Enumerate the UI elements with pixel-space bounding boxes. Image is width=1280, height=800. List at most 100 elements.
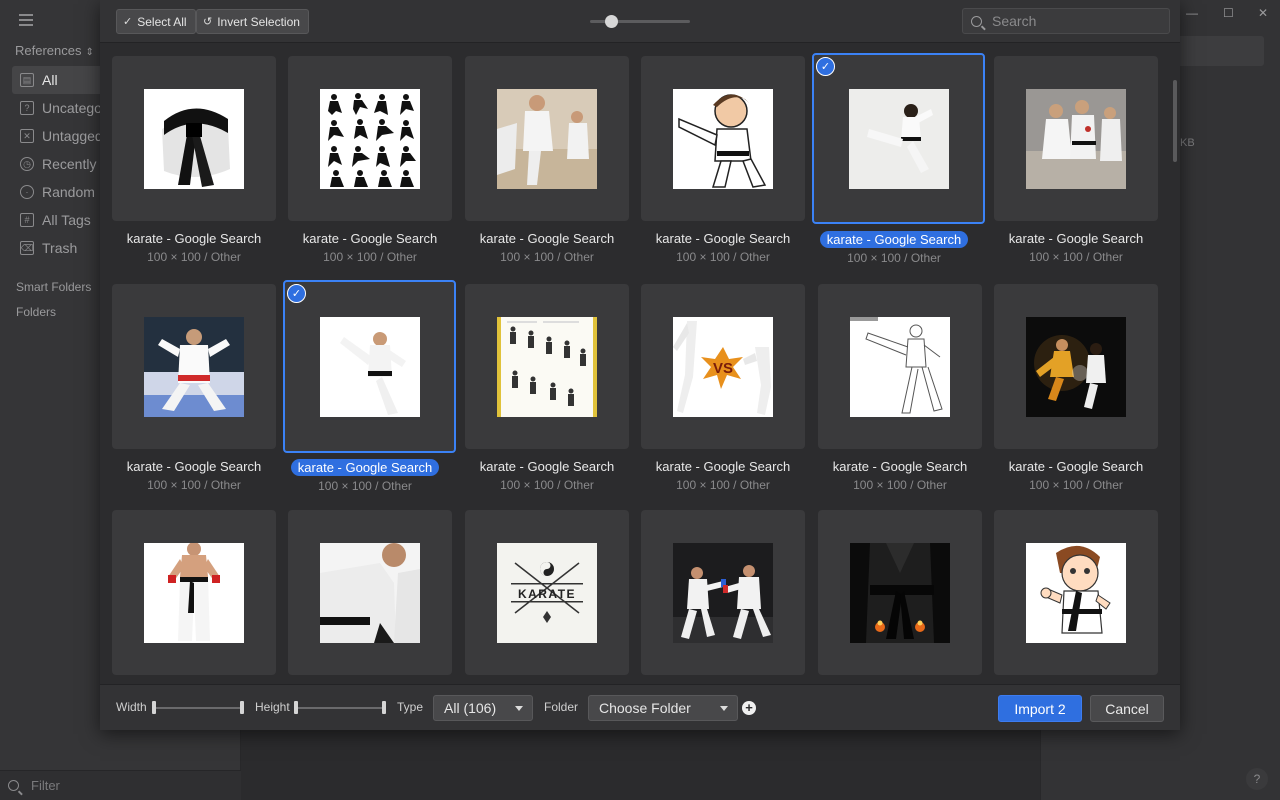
- item-name: karate - Google Search: [819, 231, 969, 248]
- height-range-slider[interactable]: [294, 701, 386, 714]
- thumbnail-size-slider-handle[interactable]: [605, 15, 618, 28]
- height-label: Height: [255, 700, 290, 714]
- grid-item[interactable]: [641, 510, 805, 684]
- trash-icon: ⌫: [20, 241, 34, 255]
- thumbnail[interactable]: [818, 510, 982, 675]
- grid-item[interactable]: karate - Google Search 100 × 100 / Other: [112, 284, 276, 492]
- invert-selection-label: Invert Selection: [217, 14, 300, 29]
- thumbnail[interactable]: [994, 56, 1158, 221]
- grid-item[interactable]: karate - Google Search 100 × 100 / Other: [994, 284, 1158, 492]
- thumbnail[interactable]: [288, 56, 452, 221]
- grid-item[interactable]: karate - Google Search 100 × 100 / Other: [465, 284, 629, 492]
- folders-heading[interactable]: Folders: [16, 305, 56, 319]
- thumbnail[interactable]: [112, 56, 276, 221]
- item-name: karate - Google Search: [655, 459, 791, 474]
- grid-item[interactable]: KARATE: [465, 510, 629, 684]
- select-all-button[interactable]: ✓ Select All: [116, 9, 196, 34]
- search-icon: [971, 15, 982, 27]
- item-name: karate - Google Search: [1008, 231, 1144, 246]
- help-icon[interactable]: ?: [1246, 768, 1268, 790]
- type-dropdown[interactable]: All (106): [433, 695, 533, 721]
- thumbnail[interactable]: [112, 284, 276, 449]
- close-icon[interactable]: ✕: [1258, 6, 1268, 20]
- grid-item[interactable]: karate - Google Search 100 × 100 / Other: [465, 56, 629, 264]
- item-meta: 100 × 100 / Other: [1029, 478, 1123, 492]
- item-meta: 100 × 100 / Other: [847, 251, 941, 265]
- item-meta: 100 × 100 / Other: [676, 478, 770, 492]
- cancel-button[interactable]: Cancel: [1090, 695, 1164, 722]
- item-meta: 100 × 100 / Other: [676, 250, 770, 264]
- item-name: karate - Google Search: [126, 459, 262, 474]
- thumbnail[interactable]: [641, 56, 805, 221]
- tag-icon: #: [20, 213, 34, 227]
- item-meta: 100 × 100 / Other: [318, 479, 412, 493]
- grid-item[interactable]: karate - Google Search 100 × 100 / Other: [818, 284, 982, 492]
- item-name: karate - Google Search: [302, 231, 438, 246]
- item-name: karate - Google Search: [1008, 459, 1144, 474]
- thumbnail[interactable]: [994, 284, 1158, 449]
- width-range-slider[interactable]: [152, 701, 244, 714]
- thumbnail-image: [1026, 316, 1126, 417]
- grid-scrollbar[interactable]: [1173, 80, 1177, 162]
- image-grid: karate - Google Search 100 × 100 / Other…: [100, 44, 1180, 684]
- width-label: Width: [116, 700, 147, 714]
- updown-arrow-icon: ⇕: [85, 47, 94, 58]
- grid-item[interactable]: [818, 510, 982, 684]
- search-input[interactable]: [992, 13, 1162, 29]
- thumbnail[interactable]: [465, 284, 629, 449]
- thumbnail[interactable]: [288, 510, 452, 675]
- import-dialog: ✓ Select All ↺ Invert Selection karate - G…: [100, 0, 1180, 730]
- add-folder-icon[interactable]: +: [742, 701, 756, 715]
- grid-item[interactable]: karate - Google Search 100 × 100 / Other: [112, 56, 276, 264]
- height-max-handle[interactable]: [382, 701, 386, 714]
- type-label: Type: [397, 700, 424, 714]
- item-name: karate - Google Search: [479, 231, 615, 246]
- minimize-icon[interactable]: —: [1186, 6, 1198, 20]
- thumbnail-image: [144, 542, 244, 643]
- thumbnail-image: KARATE: [497, 542, 597, 643]
- thumbnail[interactable]: [641, 510, 805, 675]
- checkmark-icon[interactable]: ✓: [287, 284, 306, 303]
- invert-selection-button[interactable]: ↺ Invert Selection: [196, 9, 309, 34]
- search-icon: [8, 780, 19, 791]
- thumbnail[interactable]: [112, 510, 276, 675]
- item-name: karate - Google Search: [290, 459, 440, 476]
- grid-item[interactable]: karate - Google Search 100 × 100 / Other: [288, 56, 452, 264]
- thumbnail-image: [848, 88, 949, 189]
- thumbnail[interactable]: [818, 284, 982, 449]
- grid-item[interactable]: [994, 510, 1158, 684]
- item-name: karate - Google Search: [655, 231, 791, 246]
- grid-item[interactable]: karate - Google Search 100 × 100 / Other: [641, 56, 805, 264]
- grid-item[interactable]: VS karate - Google Search 100 × 100 / Ot…: [641, 284, 805, 492]
- hamburger-menu-icon[interactable]: [19, 14, 33, 26]
- thumbnail[interactable]: ✓: [283, 280, 456, 453]
- folder-value: Choose Folder: [599, 700, 691, 716]
- smart-folders-heading[interactable]: Smart Folders: [16, 280, 91, 294]
- thumbnail[interactable]: KARATE: [465, 510, 629, 675]
- grid-item[interactable]: [288, 510, 452, 684]
- library-switcher[interactable]: References ⇕: [15, 43, 94, 58]
- filter-bar[interactable]: Filter: [0, 770, 241, 800]
- checkmark-icon[interactable]: ✓: [816, 57, 835, 76]
- library-label: References: [15, 43, 82, 58]
- width-max-handle[interactable]: [240, 701, 244, 714]
- grid-item-selected[interactable]: ✓ karate - Google Search 100 × 100 / Oth…: [283, 280, 456, 493]
- import-button[interactable]: Import 2: [998, 695, 1082, 722]
- folder-dropdown[interactable]: Choose Folder: [588, 695, 738, 721]
- grid-item[interactable]: karate - Google Search 100 × 100 / Other: [994, 56, 1158, 264]
- thumbnail[interactable]: [994, 510, 1158, 675]
- item-name: karate - Google Search: [126, 231, 262, 246]
- item-name: karate - Google Search: [832, 459, 968, 474]
- width-min-handle[interactable]: [152, 701, 156, 714]
- maximize-icon[interactable]: ☐: [1223, 6, 1234, 20]
- thumbnail-image: [673, 542, 773, 643]
- clock-icon: ◷: [20, 157, 34, 171]
- thumbnail[interactable]: ✓: [812, 53, 985, 224]
- height-min-handle[interactable]: [294, 701, 298, 714]
- file-size-unit: KB: [1180, 137, 1195, 149]
- thumbnail[interactable]: [465, 56, 629, 221]
- thumbnail[interactable]: VS: [641, 284, 805, 449]
- search-field[interactable]: [962, 8, 1170, 34]
- grid-item[interactable]: [112, 510, 276, 684]
- grid-item-selected[interactable]: ✓ karate - Google Search 100 × 100 / Oth…: [812, 53, 985, 265]
